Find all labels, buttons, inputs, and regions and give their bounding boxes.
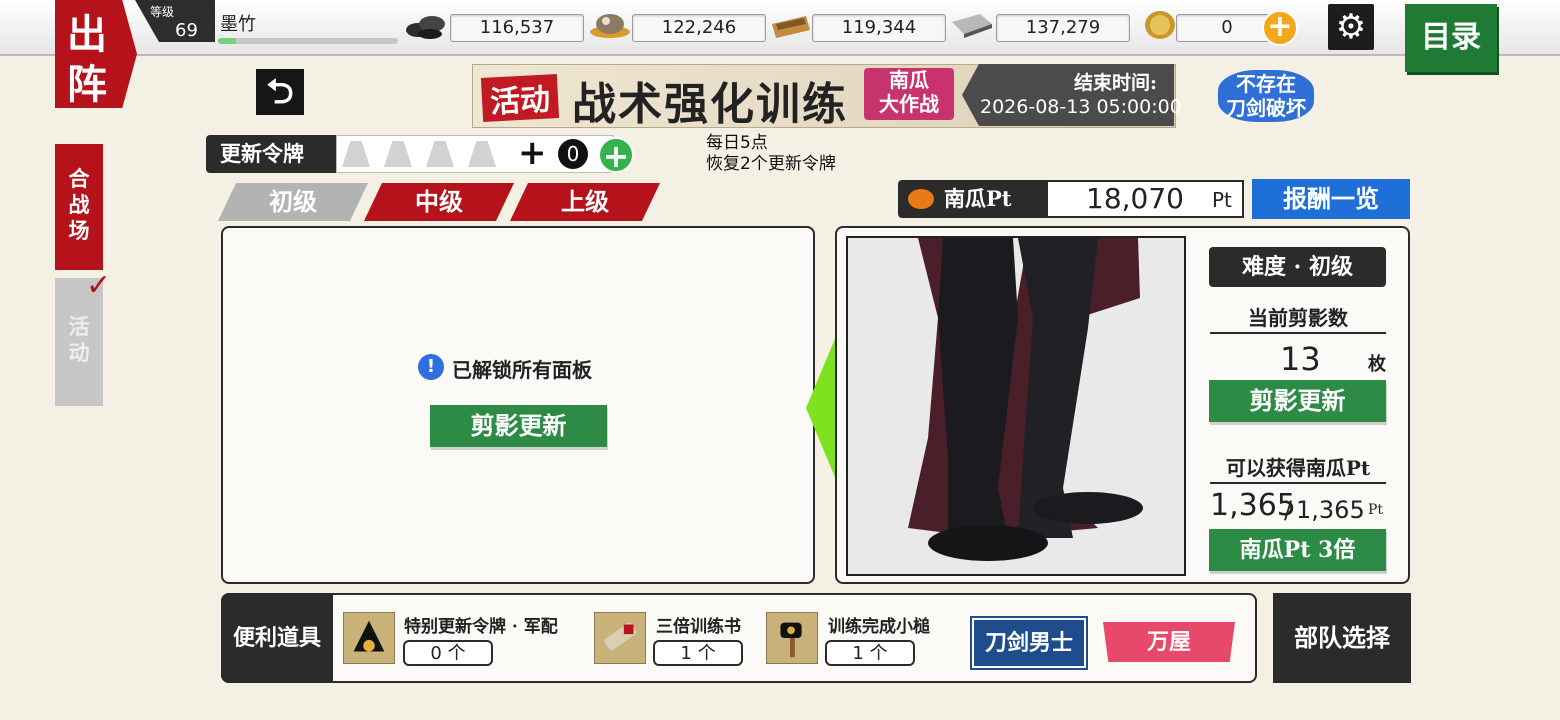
item-name: 三倍训练书 xyxy=(656,617,741,637)
tab-intermediate[interactable]: 中级 xyxy=(364,183,514,221)
sortie-emblem: 出 阵 xyxy=(55,0,137,108)
tab-beginner[interactable]: 初级 xyxy=(218,183,368,221)
character-silhouette-image xyxy=(846,236,1186,576)
no-sword-break-badge: 不存在 刀剑破坏 xyxy=(1218,70,1314,122)
token-count: 0 xyxy=(558,139,588,169)
back-button[interactable]: ⮌ xyxy=(256,69,304,115)
tab-event-label: 活动 xyxy=(68,314,90,365)
charcoal-icon xyxy=(406,16,445,39)
mallet-icon[interactable] xyxy=(766,612,818,664)
exp-bar-fill xyxy=(218,38,236,44)
pumpkin-pt-triple-button[interactable]: 南瓜Pt 3倍 xyxy=(1209,529,1386,571)
divider xyxy=(1210,482,1386,484)
daily-recovery-note: 每日5点 恢复2个更新令牌 xyxy=(706,133,836,175)
silhouette-unit: 枚 xyxy=(1368,354,1386,375)
silhouette-count: 13 xyxy=(1280,340,1321,378)
event-subtitle-line2: 大作战 xyxy=(879,92,939,116)
add-koban-button[interactable]: + xyxy=(1262,10,1298,46)
silhouette-refresh-button[interactable]: 剪影更新 xyxy=(430,405,607,447)
pumpkin-pt-label: 南瓜Pt xyxy=(898,180,1048,218)
steel-icon xyxy=(952,14,992,38)
sortie-char-2: 阵 xyxy=(67,61,107,108)
koban-coin-icon xyxy=(1145,11,1175,39)
earnable-pt-current: 1,365 xyxy=(1210,488,1296,523)
daily-line1: 每日5点 xyxy=(706,133,768,153)
cooling-material-value: 122,246 xyxy=(632,14,766,42)
unlocked-message: 已解锁所有面板 xyxy=(452,358,592,382)
event-end-label: 结束时间: xyxy=(1074,72,1158,94)
war-fan-icon[interactable] xyxy=(343,612,395,664)
cooling-material-icon xyxy=(590,14,630,38)
item-qty: 0 个 xyxy=(403,640,493,666)
add-token-button[interactable]: + xyxy=(598,137,634,173)
level-label: 等级 xyxy=(150,5,175,19)
sword-warriors-button[interactable]: 刀剑男士 xyxy=(970,616,1088,670)
rewards-list-button[interactable]: 报酬一览 xyxy=(1252,179,1410,219)
event-title: 战术强化训练 xyxy=(572,79,848,130)
player-name: 墨竹 xyxy=(220,14,256,35)
difficulty-label: 难度 · 初级 xyxy=(1209,247,1386,287)
tab-advanced[interactable]: 上级 xyxy=(510,183,660,221)
tab-combat-field[interactable]: 合战场 xyxy=(55,144,103,270)
token-plus-icon: + xyxy=(518,133,547,173)
earnable-pt-label: 可以获得南瓜Pt xyxy=(1225,456,1371,480)
tab-combat-field-label: 合战场 xyxy=(68,166,90,243)
silhouette-refresh-button-right[interactable]: 剪影更新 xyxy=(1209,380,1386,422)
silhouette-count-label: 当前剪影数 xyxy=(1248,306,1348,330)
checkmark-icon: ✓ xyxy=(86,268,112,303)
convenience-items-label: 便利道具 xyxy=(221,593,333,683)
charcoal-value: 116,537 xyxy=(450,14,584,42)
pumpkin-icon xyxy=(908,189,934,209)
exp-bar xyxy=(218,38,398,44)
item-qty: 1 个 xyxy=(825,640,915,666)
earnable-pt-unit: Pt xyxy=(1368,502,1384,518)
refresh-token-label: 更新令牌 xyxy=(206,135,338,173)
no-break-line2: 刀剑破坏 xyxy=(1226,96,1306,120)
daily-line2: 恢复2个更新令牌 xyxy=(706,154,836,174)
character-legs-image xyxy=(908,238,1143,561)
no-break-line1: 不存在 xyxy=(1236,72,1296,96)
level-value: 69 xyxy=(175,20,198,41)
event-end-date: 2026-08-13 05:00:00 xyxy=(980,96,1182,118)
shop-button[interactable]: 万屋 xyxy=(1103,622,1235,662)
settings-gear-button[interactable]: ⚙ xyxy=(1328,4,1374,50)
earnable-pt-separator: / xyxy=(1284,496,1293,524)
scroll-icon[interactable] xyxy=(594,612,646,664)
item-name: 训练完成小槌 xyxy=(828,617,930,637)
item-name: 特别更新令牌 · 军配 xyxy=(404,617,558,637)
pumpkin-pt-unit: Pt xyxy=(1212,188,1232,212)
squad-select-button[interactable]: 部队选择 xyxy=(1273,593,1411,683)
item-qty: 1 个 xyxy=(653,640,743,666)
event-subtitle-line1: 南瓜 xyxy=(889,68,929,92)
whetstone-icon xyxy=(772,16,810,38)
menu-button[interactable]: 目录 xyxy=(1405,4,1497,72)
whetstone-value: 119,344 xyxy=(812,14,946,42)
event-tag: 活动 xyxy=(480,74,560,122)
pumpkin-pt-label-text: 南瓜Pt xyxy=(944,186,1012,211)
earnable-pt-max: 1,365 xyxy=(1296,496,1365,524)
info-icon: ! xyxy=(418,354,444,380)
event-subtitle: 南瓜 大作战 xyxy=(864,68,954,120)
steel-value: 137,279 xyxy=(996,14,1130,42)
divider xyxy=(1210,332,1386,334)
